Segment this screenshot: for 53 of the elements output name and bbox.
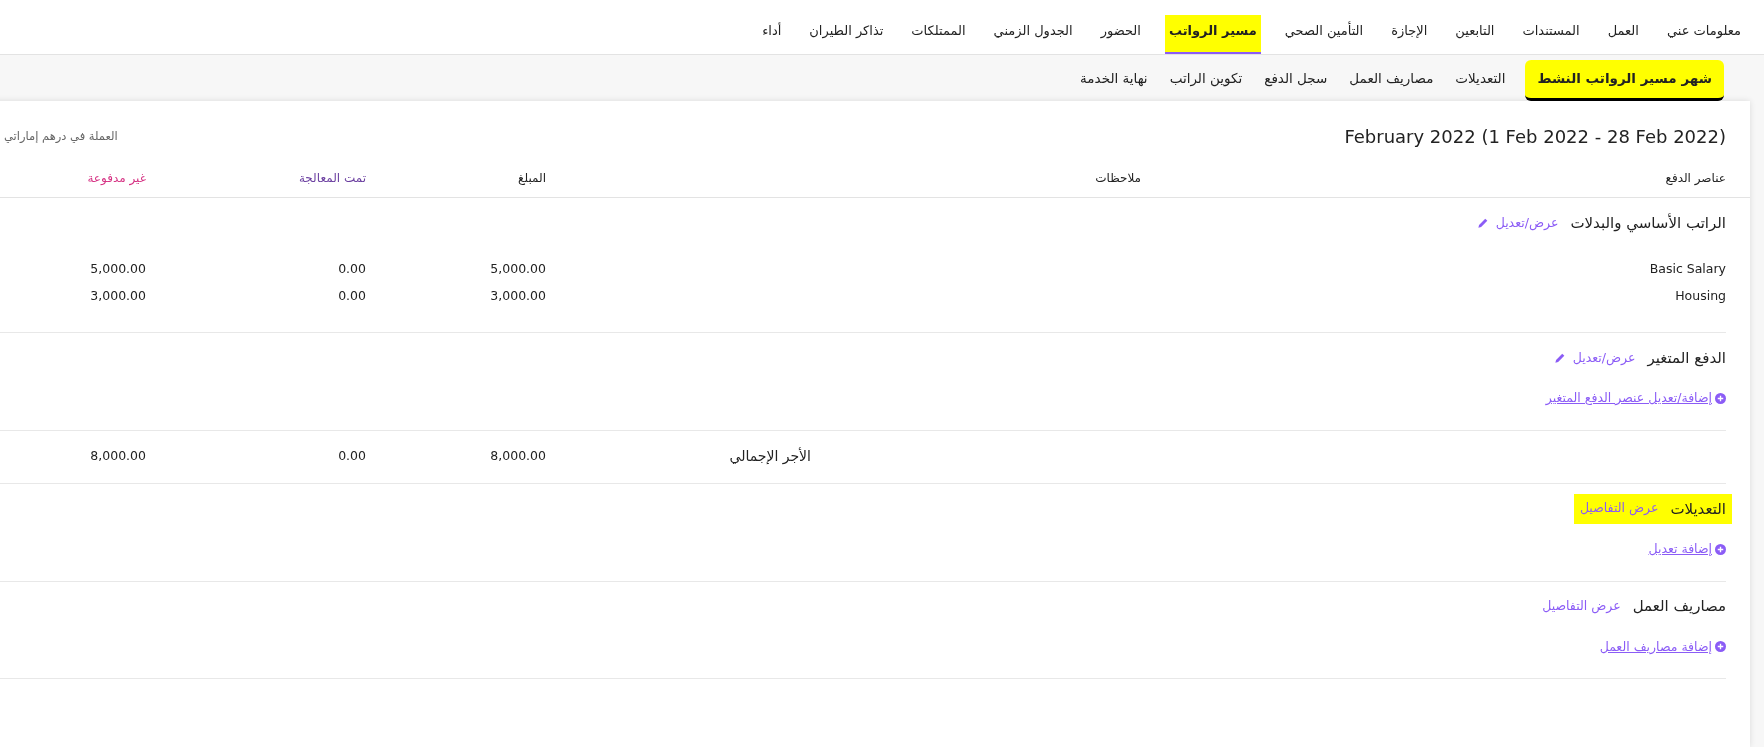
column-header: المبلغ [518,170,546,185]
nav-tab[interactable]: الإجازة [1387,14,1432,54]
sub-tab[interactable]: شهر مسير الرواتب النشط [1525,59,1724,101]
nav-tab[interactable]: الممتلكات [907,14,970,54]
nav-tab[interactable]: العمل [1603,14,1643,54]
nav-tab[interactable]: تذاكر الطيران [805,14,888,54]
section-title: الراتب الأساسي والبدلات [1570,212,1726,235]
nav-tab[interactable]: أداء [758,14,786,54]
nav-tab[interactable]: مسير الرواتب [1164,14,1261,54]
plus-circle-icon[interactable] [1715,543,1726,555]
pencil-icon[interactable] [1553,352,1565,364]
column-header: غير مدفوعة [87,170,146,185]
table-cell: 8,000.00 [90,448,146,464]
nav-tab[interactable]: معلومات عني [1662,14,1745,54]
plus-circle-icon[interactable] [1715,392,1726,404]
sub-tab[interactable]: مصاريف العمل [1347,61,1436,101]
view-link[interactable]: عرض التفاصيل [1542,597,1621,616]
nav-tab[interactable]: الجدول الزمني [989,14,1077,54]
sub-tab[interactable]: التعديلات [1453,61,1508,101]
table-cell: 8,000.00 [490,448,546,464]
nav-tab[interactable]: الحضور [1096,14,1145,54]
section-title: مصاريف العمل [1632,596,1726,618]
table-cell: Basic Salary [1649,261,1726,277]
view-link[interactable]: عرض/تعديل [1553,348,1636,368]
table-cell: Housing [1675,288,1726,304]
column-header: تمت المعالجة [298,170,366,185]
column-header: عناصر الدفع [1665,170,1726,185]
plus-circle-icon[interactable] [1715,641,1726,653]
currency-note: العملة في درهم إماراتي [3,127,118,145]
table-cell: 0.00 [338,448,366,464]
add-link[interactable]: إضافة تعديل [1648,539,1726,559]
pencil-icon[interactable] [1476,217,1488,229]
sub-tab[interactable]: نهاية الخدمة [1078,61,1150,101]
table-cell: 0.00 [338,288,366,304]
add-link[interactable]: إضافة/تعديل عنصر الدفع المتغير [1545,389,1726,408]
period-title: February 2022 (1 Feb 2022 - 28 Feb 2022) [1344,125,1726,149]
table-cell: 5,000.00 [490,261,546,277]
table-cell: 3,000.00 [90,288,146,304]
nav-tab[interactable]: التأمين الصحي [1280,14,1368,54]
table-cell: 5,000.00 [90,261,146,277]
view-link[interactable]: عرض/تعديل [1476,213,1559,233]
sub-tab[interactable]: سجل الدفع [1262,61,1330,101]
nav-tab[interactable]: التابعين [1451,14,1499,54]
table-cell: 0.00 [338,261,366,277]
section-title: التعديلات [1670,498,1726,520]
sub-tab[interactable]: تكوين الراتب [1167,61,1245,101]
nav-tab[interactable]: المستندات [1518,14,1584,54]
column-header: ملاحظات [1095,170,1141,185]
total-label: الأجر الإجمالي [729,448,811,465]
table-cell: 3,000.00 [490,288,546,304]
add-link[interactable]: إضافة مصاريف العمل [1599,637,1726,657]
view-link[interactable]: عرض التفاصيل [1579,499,1659,519]
section-title: الدفع المتغير [1647,347,1726,369]
